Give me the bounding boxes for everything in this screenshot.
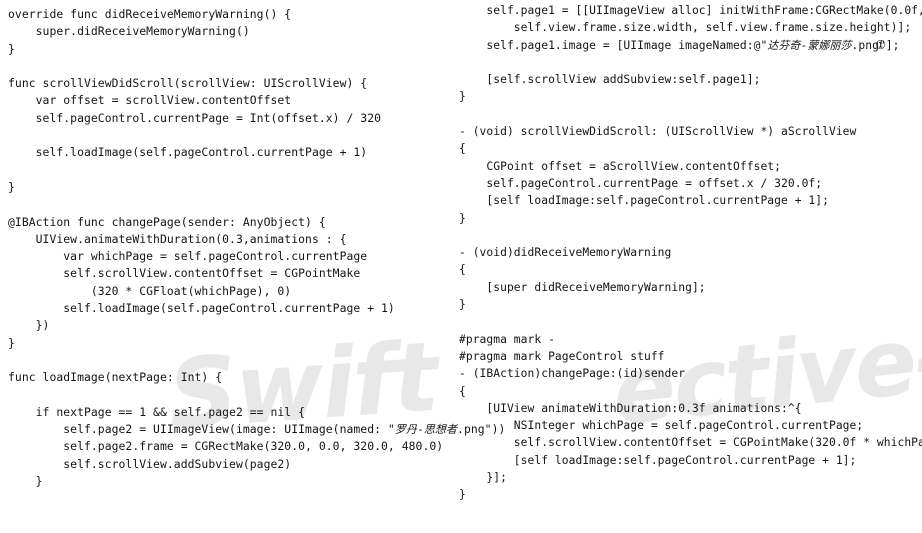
objc-code-line: { xyxy=(459,142,466,156)
swift-code-line: super.didReceiveMemoryWarning() xyxy=(8,24,250,39)
swift-code-line xyxy=(8,387,452,404)
objc-code-line: [self loadImage:self.pageControl.current… xyxy=(459,194,829,208)
swift-code-line: } xyxy=(8,335,15,350)
swift-code-line: self.page2.frame = CGRectMake(320.0, 0.0… xyxy=(8,439,444,454)
objc-code-line xyxy=(459,227,922,244)
objc-code-line: { xyxy=(459,263,466,277)
swift-code-line: self.pageControl.currentPage = Int(offse… xyxy=(8,110,382,125)
objc-code-line: - (void)didReceiveMemoryWarning xyxy=(459,246,672,260)
swift-code-line: } xyxy=(8,474,43,489)
swift-code-line: }) xyxy=(8,318,50,333)
swift-code-line xyxy=(8,127,452,144)
objc-code-line: } xyxy=(459,90,466,104)
swift-code-line: var whichPage = self.pageControl.current… xyxy=(8,249,368,264)
swift-code-line: self.scrollView.contentOffset = CGPointM… xyxy=(8,266,361,281)
swift-code-line: var offset = scrollView.contentOffset xyxy=(8,93,292,108)
objc-code-line: - (IBAction)changePage:(id)sender xyxy=(459,367,686,381)
objc-code-line: self.view.frame.size.width, self.view.fr… xyxy=(459,21,912,35)
objc-code-line: [super didReceiveMemoryWarning]; xyxy=(459,280,706,294)
objc-code-line: self.scrollView.contentOffset = CGPointM… xyxy=(513,436,922,450)
swift-code-line xyxy=(8,196,452,213)
callout-marker: ① xyxy=(875,37,886,52)
swift-code-line: if nextPage == 1 && self.page2 == nil { xyxy=(8,404,306,419)
swift-code-line xyxy=(8,58,452,75)
objc-code-line: { xyxy=(459,384,466,398)
swift-code-line: func loadImage(nextPage: Int) { xyxy=(8,370,223,385)
objc-code-line: }]; xyxy=(459,471,507,485)
swift-code-line: } xyxy=(8,179,15,194)
objc-code-line: - (void) scrollViewDidScroll: (UIScrollV… xyxy=(459,125,857,139)
swift-code-line: self.loadImage(self.pageControl.currentP… xyxy=(8,301,395,316)
objc-code-line: CGPoint offset = aScrollView.contentOffs… xyxy=(459,159,782,173)
objc-code-line xyxy=(459,313,922,330)
swift-code-line: } xyxy=(8,41,15,56)
objc-code-line: #pragma mark PageControl stuff xyxy=(459,349,665,363)
swift-code-line: self.loadImage(self.pageControl.currentP… xyxy=(8,145,368,160)
objc-code-line: [self.scrollView addSubview:self.page1]; xyxy=(459,73,761,87)
objc-code-line: [self loadImage:self.pageControl.current… xyxy=(459,453,857,467)
swift-code-column: override func didReceiveMemoryWarning() … xyxy=(0,0,506,533)
objc-code-line: } xyxy=(459,211,466,225)
objc-code-line: self.page1.image = [UIImage imageNamed:@… xyxy=(459,37,922,54)
swift-code-line xyxy=(8,352,452,369)
objc-code-line: } xyxy=(459,488,466,502)
swift-code-line: self.page2 = UIImageView(image: UIImage(… xyxy=(8,422,506,437)
objc-code-line: #pragma mark - xyxy=(459,332,555,346)
objc-code-line xyxy=(459,54,922,71)
code-columns: override func didReceiveMemoryWarning() … xyxy=(0,0,922,533)
swift-code-line: (320 * CGFloat(whichPage), 0) xyxy=(8,283,292,298)
objective-c-code-column: self.page1 = [[UIImageView alloc] initWi… xyxy=(452,0,922,533)
swift-code-line xyxy=(8,162,452,179)
swift-code-line: @IBAction func changePage(sender: AnyObj… xyxy=(8,214,326,229)
code-comparison-page: Swift ective-C override func didReceiveM… xyxy=(0,0,922,533)
objc-code-line: } xyxy=(459,298,466,312)
objc-code-line xyxy=(459,106,922,123)
objc-code-line: [UIView animateWithDuration:0.3f animati… xyxy=(459,401,802,415)
swift-code-line: UIView.animateWithDuration(0.3,animation… xyxy=(8,231,347,246)
swift-code-line: func scrollViewDidScroll(scrollView: UIS… xyxy=(8,76,368,91)
objc-code-line: self.page1 = [[UIImageView alloc] initWi… xyxy=(459,4,922,17)
swift-code-line: override func didReceiveMemoryWarning() … xyxy=(8,7,292,21)
swift-code-line: self.scrollView.addSubview(page2) xyxy=(8,456,292,471)
objc-code-line: NSInteger whichPage = self.pageControl.c… xyxy=(459,419,864,433)
objc-code-line: self.pageControl.currentPage = offset.x … xyxy=(459,176,823,190)
